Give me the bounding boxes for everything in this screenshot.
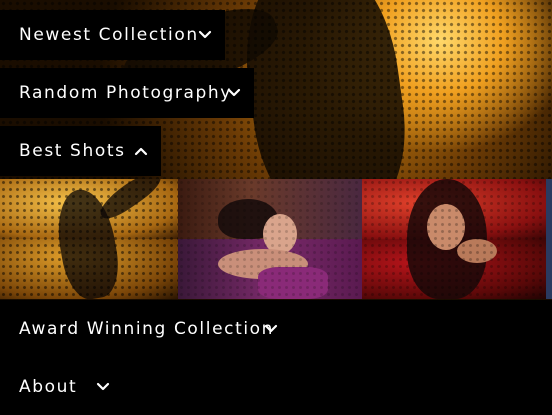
menu-item-newest-collection[interactable]: Newest Collection (0, 10, 225, 60)
chevron-down-icon (95, 379, 111, 395)
gallery-thumbnail-2[interactable] (178, 179, 362, 299)
chevron-down-icon (197, 27, 213, 43)
chevron-down-icon (263, 321, 279, 337)
gallery-thumbnail-1[interactable] (0, 179, 178, 299)
menu-item-about[interactable]: About (0, 362, 552, 412)
menu-item-award-winning-collection[interactable]: Award Winning Collection (0, 304, 552, 354)
menu-item-label: Award Winning Collection (19, 319, 275, 339)
chevron-down-icon (226, 85, 242, 101)
menu-item-best-shots[interactable]: Best Shots (0, 126, 161, 176)
menu-item-label: About (19, 377, 78, 397)
menu-item-label: Best Shots (19, 141, 126, 161)
menu-item-label: Random Photography (19, 83, 232, 103)
menu-item-random-photography[interactable]: Random Photography (0, 68, 254, 118)
best-shots-gallery (0, 179, 552, 299)
gallery-thumbnail-3[interactable] (362, 179, 546, 299)
gallery-thumbnail-edge (546, 179, 552, 299)
chevron-up-icon (133, 143, 149, 159)
menu-item-label: Newest Collection (19, 25, 199, 45)
